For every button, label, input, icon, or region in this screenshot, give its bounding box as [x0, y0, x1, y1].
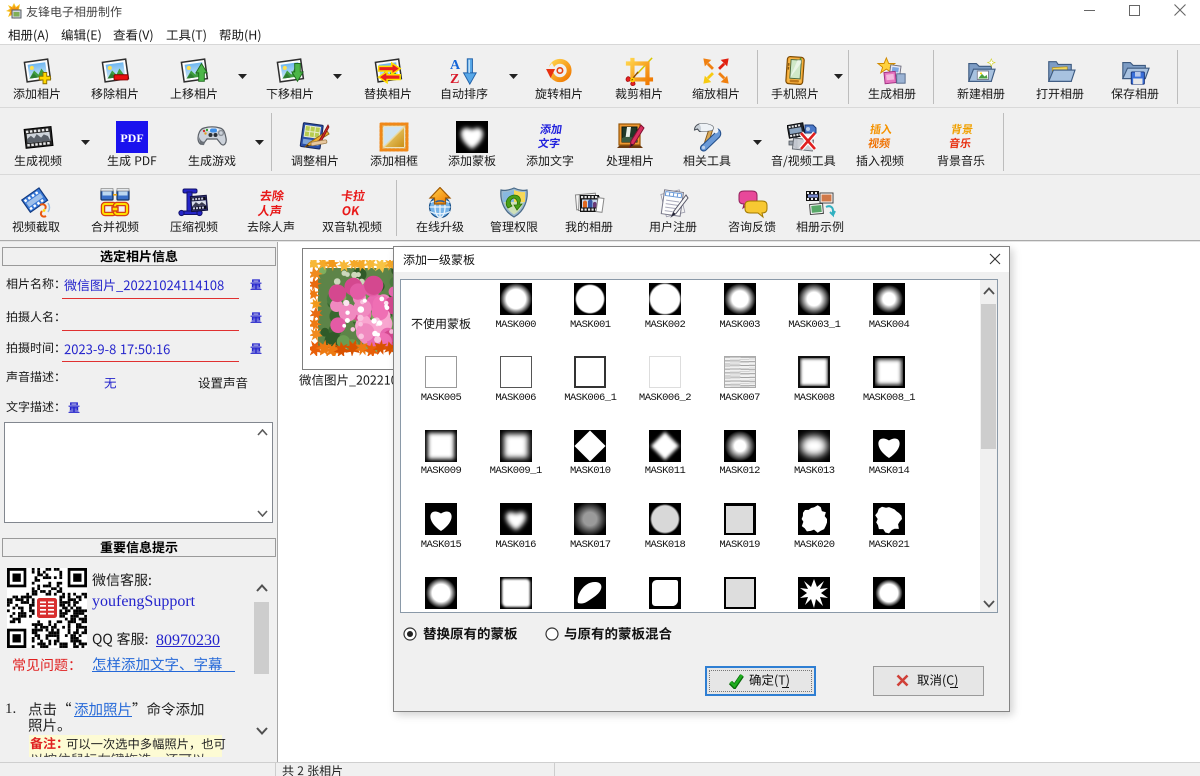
svg-text:PDF: PDF — [120, 131, 143, 145]
svg-text:Z: Z — [450, 71, 459, 86]
